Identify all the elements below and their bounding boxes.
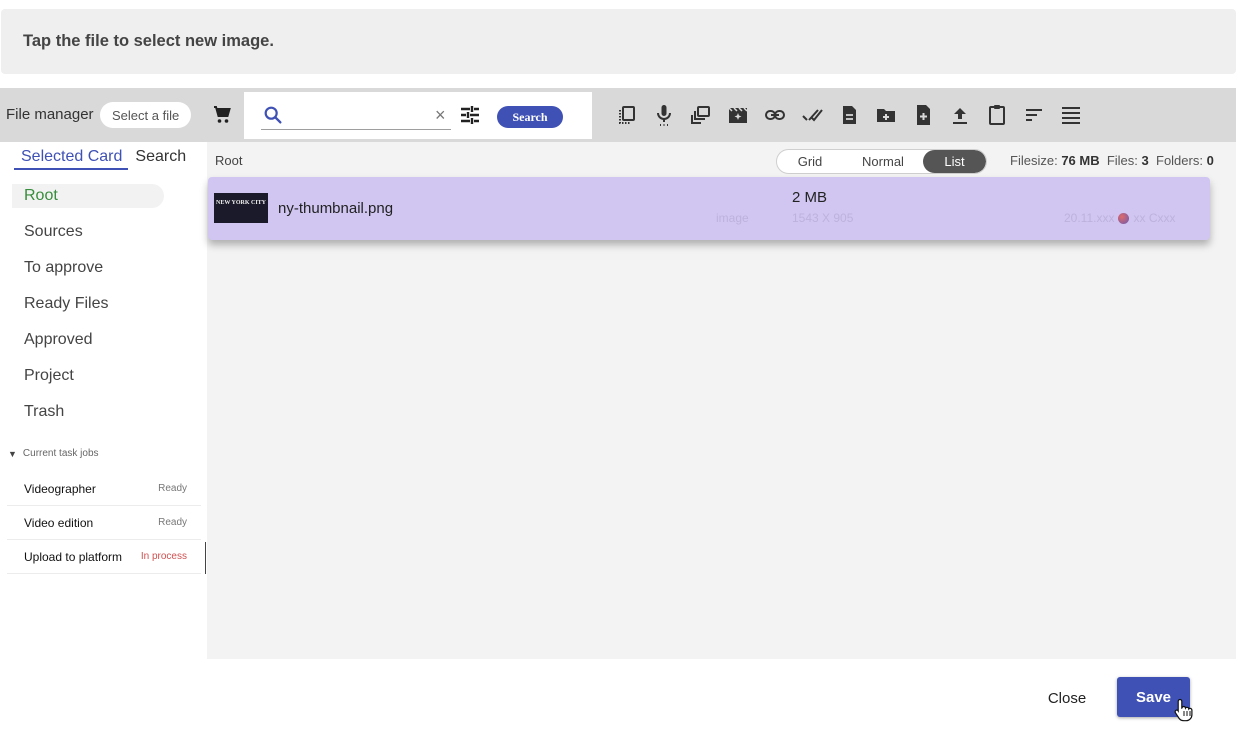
upload-icon[interactable] (941, 102, 978, 128)
file-manager-toolbar: File manager Select a file × Search (0, 88, 1236, 142)
file-list-panel: Root Grid Normal List Filesize: 76 MB Fi… (207, 142, 1236, 659)
search-box: × Search (244, 92, 592, 139)
file-name: ny-thumbnail.png (278, 200, 394, 217)
sidebar-item-trash[interactable]: Trash (12, 400, 164, 424)
new-folder-icon[interactable] (867, 102, 904, 128)
microphone-icon[interactable] (645, 102, 682, 128)
sidebar-item-root[interactable]: Root (12, 184, 164, 208)
sidebar-item-project[interactable]: Project (12, 364, 164, 388)
task-item-video-edition[interactable]: Video edition Ready (7, 506, 201, 540)
file-thumbnail: NEW YORK CITY (214, 193, 268, 223)
view-grid-option[interactable]: Grid (777, 150, 843, 173)
folder-stats: Filesize: 76 MB Files: 3 Folders: 0 (1010, 153, 1214, 168)
search-button[interactable]: Search (497, 106, 563, 128)
sidebar-divider (205, 542, 206, 574)
files-label: Files: (1106, 153, 1138, 168)
task-status: In process (140, 551, 187, 562)
link-icon[interactable] (756, 102, 793, 128)
folders-label: Folders: (1156, 153, 1203, 168)
toolbar-actions (608, 102, 1089, 128)
sidebar-item-approved[interactable]: Approved (12, 328, 164, 352)
breadcrumb[interactable]: Root (215, 153, 242, 168)
file-owner: xx Cxxx (1133, 211, 1176, 225)
new-file-icon[interactable] (904, 102, 941, 128)
tune-filter-icon[interactable] (458, 103, 482, 127)
cart-icon[interactable] (210, 103, 234, 127)
document-icon[interactable] (830, 102, 867, 128)
view-normal-option[interactable]: Normal (843, 150, 923, 173)
owner-avatar (1118, 212, 1130, 224)
sidebar: Selected Card Search Root Sources To app… (0, 142, 207, 659)
tab-search[interactable]: Search (128, 148, 192, 170)
tab-selected-card[interactable]: Selected Card (14, 148, 129, 170)
file-manager-title: File manager (6, 106, 94, 123)
task-name: Video edition (24, 515, 94, 530)
select-file-button[interactable]: Select a file (100, 102, 192, 128)
tasks-header-label: Current task jobs (22, 448, 99, 459)
thumbnail-caption: NEW YORK CITY (215, 200, 266, 206)
triangle-down-icon: ▼ (8, 448, 17, 459)
task-status: Ready (158, 517, 187, 528)
task-item-videographer[interactable]: Videographer Ready (7, 472, 201, 506)
file-dimensions: 1543 X 905 (792, 211, 854, 225)
movie-edit-icon[interactable] (719, 102, 756, 128)
done-all-icon[interactable] (793, 102, 830, 128)
task-list: Videographer Ready Video edition Ready U… (7, 472, 201, 574)
sidebar-item-ready-files[interactable]: Ready Files (12, 292, 164, 316)
clear-search-icon[interactable]: × (435, 104, 446, 126)
tasks-header[interactable]: ▼ Current task jobs (8, 448, 99, 459)
folders-value: 0 (1206, 153, 1214, 168)
close-button[interactable]: Close (1034, 684, 1100, 712)
view-toggle: Grid Normal List (776, 149, 987, 174)
gallery-icon[interactable] (682, 102, 719, 128)
instruction-banner: Tap the file to select new image. (1, 9, 1236, 74)
folder-list: Root Sources To approve Ready Files Appr… (12, 184, 164, 436)
task-status: Ready (158, 483, 187, 494)
filesize-label: Filesize: (1010, 153, 1058, 168)
clipboard-icon[interactable] (978, 102, 1015, 128)
file-meta: 20.11.xxx xx Cxxx (1064, 211, 1175, 225)
sidebar-item-to-approve[interactable]: To approve (12, 256, 164, 280)
task-name: Upload to platform (24, 549, 123, 564)
instruction-text: Tap the file to select new image. (23, 32, 274, 50)
sidebar-item-sources[interactable]: Sources (12, 220, 164, 244)
task-item-upload-to-platform[interactable]: Upload to platform In process (7, 540, 201, 574)
task-name: Videographer (24, 481, 96, 496)
filesize-value: 76 MB (1061, 153, 1100, 168)
file-size: 2 MB (792, 189, 828, 206)
file-row-selected[interactable]: NEW YORK CITY ny-thumbnail.png image 2 M… (208, 177, 1210, 240)
files-value: 3 (1141, 153, 1149, 168)
sort-icon[interactable] (1015, 102, 1052, 128)
sidebar-tabs: Selected Card Search (14, 148, 192, 170)
hand-cursor-icon (1173, 697, 1195, 723)
list-view-icon[interactable] (1052, 102, 1089, 128)
selection-icon[interactable] (608, 102, 645, 128)
view-list-option[interactable]: List (923, 150, 986, 173)
file-type: image (716, 211, 749, 225)
file-date: 20.11.xxx (1064, 211, 1115, 225)
search-input[interactable] (261, 102, 451, 130)
